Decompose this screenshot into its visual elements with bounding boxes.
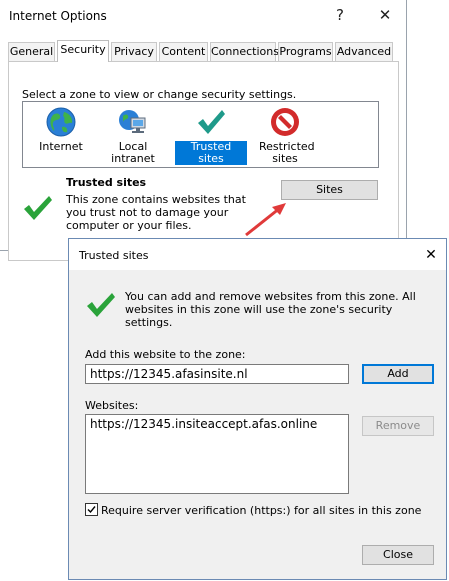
trusted-sites-dialog: Trusted sites ✕ You can add and remove w… — [68, 238, 447, 580]
pointer-arrow-icon — [245, 203, 286, 237]
require-verification-checkbox[interactable] — [85, 503, 98, 516]
list-item[interactable]: https://12345.insiteaccept.afas.online — [90, 416, 344, 432]
websites-label: Websites: — [85, 399, 139, 412]
window-title: Internet Options — [9, 9, 107, 23]
zone-internet[interactable]: Internet — [25, 106, 97, 153]
zone-prompt: Select a zone to view or change security… — [22, 88, 297, 101]
require-verification-label: Require server verification (https:) for… — [101, 504, 422, 517]
tab-programs[interactable]: Programs — [278, 42, 333, 61]
trusted-zone-check-icon — [22, 193, 54, 226]
close-window-button[interactable]: ✕ — [372, 4, 398, 26]
internet-options-window: Internet Options ? ✕ General Security Pr… — [0, 0, 407, 261]
tab-strip: General Security Privacy Content Connect… — [8, 40, 399, 62]
close-button[interactable]: Close — [362, 545, 434, 565]
websites-list[interactable]: https://12345.insiteaccept.afas.online — [85, 414, 349, 494]
zone-label: Trusted sites — [175, 141, 247, 165]
checkmark-icon — [198, 110, 225, 134]
add-website-label: Add this website to the zone: — [85, 348, 246, 361]
tab-general[interactable]: General — [8, 42, 55, 61]
tab-connections[interactable]: Connections — [210, 42, 279, 61]
tab-security[interactable]: Security — [57, 40, 109, 62]
help-button[interactable]: ? — [327, 4, 353, 26]
zone-local-intranet[interactable]: Local intranet — [97, 106, 169, 165]
add-website-input[interactable]: https://12345.afasinsite.nl — [85, 364, 349, 384]
dialog-close-button[interactable]: ✕ — [421, 245, 441, 265]
zone-label: Local intranet — [111, 140, 155, 165]
zone-restricted-sites[interactable]: Restricted sites — [249, 106, 321, 165]
zone-label: Restricted sites — [259, 140, 315, 165]
dialog-title: Trusted sites — [79, 249, 149, 262]
remove-button[interactable]: Remove — [362, 416, 434, 436]
checkbox-check-icon — [87, 506, 96, 514]
zone-description: This zone contains websites that you tru… — [66, 193, 246, 232]
tab-advanced[interactable]: Advanced — [335, 42, 393, 61]
zone-label: Internet — [39, 140, 83, 153]
sites-button[interactable]: Sites — [281, 180, 378, 200]
tab-privacy[interactable]: Privacy — [111, 42, 157, 61]
require-verification-row[interactable]: Require server verification (https:) for… — [85, 503, 421, 517]
add-button[interactable]: Add — [362, 364, 434, 384]
zone-name: Trusted sites — [66, 176, 147, 189]
dialog-titlebar: Trusted sites ✕ — [69, 239, 446, 270]
check-icon — [85, 290, 117, 323]
restricted-icon — [271, 108, 299, 136]
intranet-icon — [119, 110, 146, 133]
zone-info-text: You can add and remove websites from thi… — [125, 290, 416, 329]
zone-trusted-sites[interactable]: Trusted sites — [175, 106, 247, 165]
tab-content[interactable]: Content — [159, 42, 208, 61]
zone-list: Internet Local intranet Trusted sites Re… — [22, 101, 379, 168]
globe-icon — [46, 107, 76, 137]
